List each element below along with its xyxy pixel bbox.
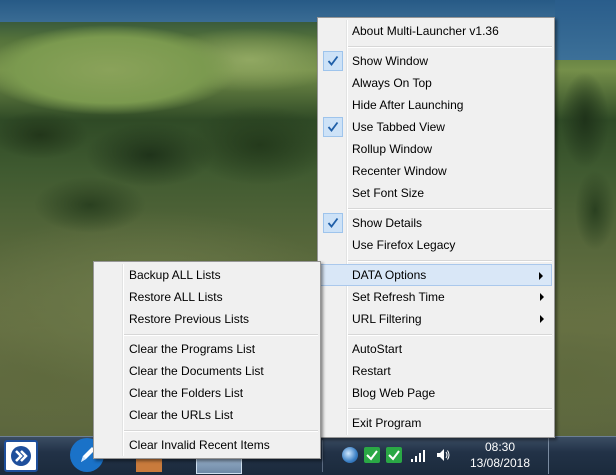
globe-icon[interactable]: [342, 447, 358, 463]
security-tray-icon[interactable]: [364, 447, 380, 463]
submenu-arrow-icon: [540, 293, 544, 301]
speaker-icon[interactable]: [435, 447, 451, 463]
menu-item-restart[interactable]: Restart: [320, 360, 552, 382]
menu-separator: [348, 334, 552, 336]
menu-item-use-firefox-legacy[interactable]: Use Firefox Legacy: [320, 234, 552, 256]
wallpaper-lake-right: [555, 0, 616, 60]
menu-item-about[interactable]: About Multi-Launcher v1.36: [320, 20, 552, 42]
menu-item-set-font-size[interactable]: Set Font Size: [320, 182, 552, 204]
menu-separator: [348, 208, 552, 210]
menu-separator: [348, 46, 552, 48]
wallpaper-forest: [0, 95, 330, 245]
menu-item-rollup-window[interactable]: Rollup Window: [320, 138, 552, 160]
check-icon: [366, 450, 378, 461]
menu-item-clear-programs-list[interactable]: Clear the Programs List: [96, 338, 318, 360]
check-icon: [388, 450, 400, 461]
checkmark-icon: [323, 51, 343, 71]
menu-item-data-options[interactable]: DATA Options: [320, 264, 552, 286]
menu-item-autostart[interactable]: AutoStart: [320, 338, 552, 360]
menu-item-restore-all-lists[interactable]: Restore ALL Lists: [96, 286, 318, 308]
menu-item-backup-all-lists[interactable]: Backup ALL Lists: [96, 264, 318, 286]
menu-separator: [124, 430, 318, 432]
clock-time[interactable]: 08:30: [476, 440, 524, 454]
checkmark-icon: [323, 117, 343, 137]
show-desktop-button[interactable]: [548, 437, 549, 474]
menu-separator: [124, 334, 318, 336]
menu-item-clear-folders-list[interactable]: Clear the Folders List: [96, 382, 318, 404]
wallpaper-forest-right: [555, 60, 616, 260]
data-options-submenu: Backup ALL Lists Restore ALL Lists Resto…: [93, 261, 321, 459]
update-tray-icon[interactable]: [386, 447, 402, 463]
submenu-arrow-icon: [540, 315, 544, 323]
menu-item-exit-program[interactable]: Exit Program: [320, 412, 552, 434]
network-icon[interactable]: [410, 447, 426, 463]
double-chevron-icon: [11, 446, 31, 466]
clock-date[interactable]: 13/08/2018: [466, 456, 534, 470]
menu-item-clear-urls-list[interactable]: Clear the URLs List: [96, 404, 318, 426]
menu-item-clear-invalid-recent-items[interactable]: Clear Invalid Recent Items: [96, 434, 318, 456]
menu-item-clear-documents-list[interactable]: Clear the Documents List: [96, 360, 318, 382]
menu-item-use-tabbed-view[interactable]: Use Tabbed View: [320, 116, 552, 138]
tray-separator: [322, 440, 323, 472]
menu-item-url-filtering[interactable]: URL Filtering: [320, 308, 552, 330]
menu-item-set-refresh-time[interactable]: Set Refresh Time: [320, 286, 552, 308]
multi-launcher-taskbar-icon[interactable]: [4, 440, 38, 472]
menu-item-blog-web-page[interactable]: Blog Web Page: [320, 382, 552, 404]
menu-item-always-on-top[interactable]: Always On Top: [320, 72, 552, 94]
menu-separator: [348, 408, 552, 410]
menu-item-show-window[interactable]: Show Window: [320, 50, 552, 72]
submenu-arrow-icon: [539, 272, 543, 280]
menu-item-recenter-window[interactable]: Recenter Window: [320, 160, 552, 182]
menu-separator: [348, 260, 552, 262]
menu-item-hide-after-launching[interactable]: Hide After Launching: [320, 94, 552, 116]
menu-item-show-details[interactable]: Show Details: [320, 212, 552, 234]
menu-item-restore-previous-lists[interactable]: Restore Previous Lists: [96, 308, 318, 330]
checkmark-icon: [323, 213, 343, 233]
multi-launcher-context-menu: About Multi-Launcher v1.36 Show Window A…: [317, 17, 555, 438]
